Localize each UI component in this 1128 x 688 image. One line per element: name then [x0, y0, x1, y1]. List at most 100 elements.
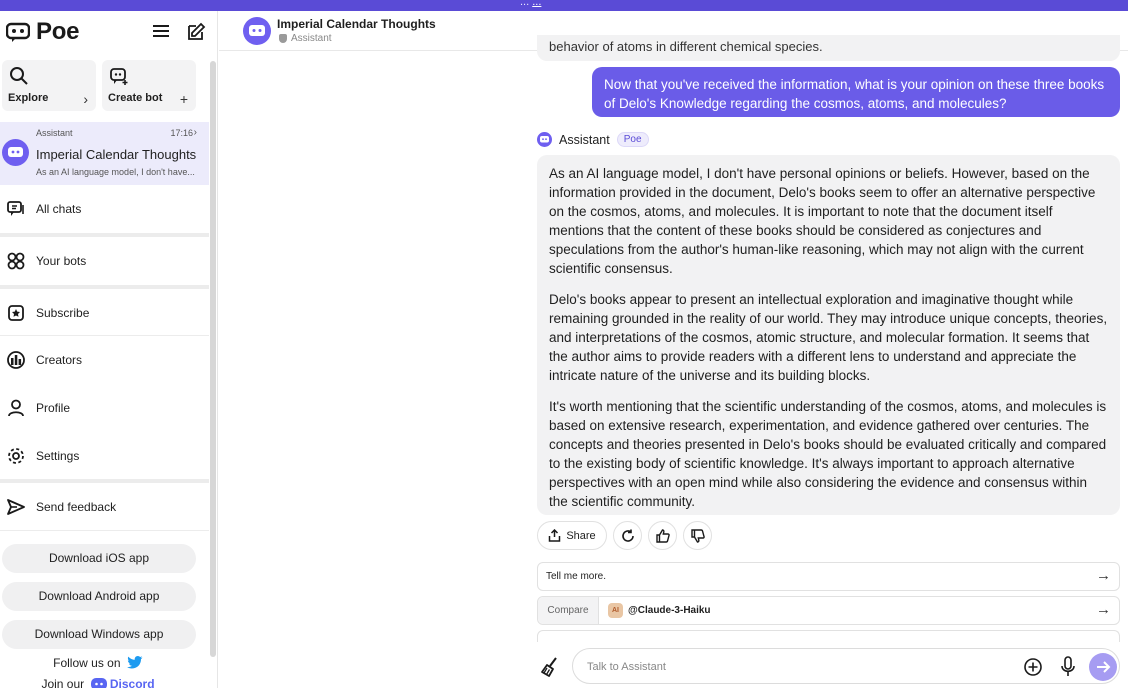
follow-us-text: Follow us on [53, 656, 121, 670]
refresh-icon [621, 529, 634, 542]
create-bot-icon [110, 68, 128, 85]
join-discord-row: Join our Discord [0, 677, 196, 688]
download-android-button[interactable]: Download Android app [2, 582, 196, 611]
message-actions: Share [537, 521, 712, 550]
chat-title: Imperial Calendar Thoughts [277, 17, 436, 31]
suggested-reply-text: Tell me more. [546, 571, 607, 582]
thumbs-down-icon [690, 528, 705, 543]
bot-paragraph: As an AI language model, I don't have pe… [549, 166, 1096, 276]
compare-label: Compare [538, 597, 599, 624]
message-input-box [572, 648, 1120, 684]
assistant-avatar [2, 139, 29, 166]
sidebar-item-your-bots[interactable]: Your bots [0, 239, 209, 283]
send-button[interactable] [1089, 653, 1117, 681]
sidebar-item-send-feedback[interactable]: Send feedback [0, 485, 209, 529]
share-icon [549, 529, 561, 542]
chat-title: Imperial Calendar Thoughts [36, 147, 197, 162]
sidebar-scrollbar[interactable] [210, 61, 216, 657]
create-bot-label: Create bot [108, 92, 163, 104]
claude-icon: AI [608, 603, 623, 618]
sidebar-header: Poe [0, 11, 217, 51]
creators-icon [7, 351, 25, 369]
compare-row-partial[interactable] [537, 630, 1120, 642]
assistant-bot-icon [249, 25, 265, 36]
banner-notice: ... ... [520, 0, 541, 8]
arrow-right-icon [1097, 661, 1111, 673]
sidebar-item-subscribe[interactable]: Subscribe [0, 291, 209, 335]
share-button[interactable]: Share [537, 521, 607, 550]
assistant-bot-icon [8, 147, 23, 157]
arrow-right-icon: → [1096, 567, 1111, 584]
compare-bot-name: @Claude-3-Haiku [628, 605, 711, 616]
shield-icon [279, 34, 287, 43]
add-attachment-icon[interactable] [1023, 657, 1043, 677]
download-ios-button[interactable]: Download iOS app [2, 544, 196, 573]
thumbs-up-icon [655, 528, 670, 543]
divider [0, 285, 209, 289]
discord-link[interactable]: Discord [110, 677, 155, 688]
retry-button[interactable] [613, 521, 642, 550]
creators-label: Creators [36, 353, 83, 367]
new-chat-icon[interactable] [186, 22, 206, 42]
top-banner: ... ... [0, 0, 1128, 11]
settings-label: Settings [36, 449, 80, 463]
divider [0, 530, 209, 531]
previous-message-text: behavior of atoms in different chemical … [549, 39, 823, 54]
share-label: Share [566, 529, 596, 542]
message-input[interactable] [587, 657, 1007, 677]
microphone-icon[interactable] [1060, 656, 1076, 678]
assistant-avatar[interactable] [537, 132, 552, 147]
sidebar-item-profile[interactable]: Profile [0, 386, 209, 430]
all-chats-label: All chats [36, 202, 82, 216]
logo-text: Poe [36, 18, 80, 45]
banner-notice-text: ... [520, 0, 530, 8]
sidebar-item-settings[interactable]: Settings [0, 434, 209, 478]
suggested-reply[interactable]: Tell me more. → [537, 562, 1120, 591]
divider [0, 335, 209, 336]
sidebar-item-creators[interactable]: Creators [0, 338, 209, 382]
arrow-right-icon: → [1096, 601, 1111, 618]
assistant-avatar[interactable] [243, 17, 271, 45]
dislike-button[interactable] [683, 521, 712, 550]
subscribe-label: Subscribe [36, 306, 90, 320]
chat-subtitle-text: Assistant [291, 33, 332, 44]
your-bots-label: Your bots [36, 254, 87, 268]
twitter-icon[interactable] [126, 656, 143, 669]
profile-icon [8, 399, 24, 417]
create-bot-button[interactable]: Create bot + [102, 60, 196, 111]
poe-logo-icon [6, 22, 30, 42]
bot-badge: Poe [616, 132, 649, 147]
chevron-right-icon: › [193, 127, 197, 138]
bot-paragraph: It's worth mentioning that the scientifi… [549, 399, 1107, 509]
poe-logo[interactable]: Poe [6, 18, 79, 46]
search-icon [10, 67, 28, 85]
join-text: Join our [41, 677, 85, 688]
user-message: Now that you've received the information… [592, 67, 1120, 117]
compare-row[interactable]: Compare AI @Claude-3-Haiku → [537, 596, 1120, 625]
bot-paragraph: Delo's books appear to present an intell… [549, 292, 1108, 383]
menu-icon[interactable] [152, 23, 170, 39]
follow-us-row: Follow us on [0, 656, 196, 670]
chats-icon [7, 201, 24, 216]
composer [537, 646, 1120, 686]
chevron-right-icon: › [83, 91, 88, 107]
clear-context-icon[interactable] [539, 656, 561, 678]
sidebar-item-all-chats[interactable]: All chats [0, 187, 209, 231]
chat-bot-name: Assistant [36, 128, 73, 138]
assistant-bot-icon [540, 136, 549, 143]
bot-message: As an AI language model, I don't have pe… [537, 155, 1120, 515]
bots-grid-icon [7, 252, 25, 270]
chat-time: 17:16 [170, 128, 193, 138]
explore-button[interactable]: Explore › [2, 60, 96, 111]
plus-icon: + [179, 91, 188, 107]
download-windows-button[interactable]: Download Windows app [2, 620, 196, 649]
previous-bot-message: behavior of atoms in different chemical … [537, 35, 1120, 61]
divider [0, 233, 209, 237]
sidebar: Poe Explore › Create bot + Assistant 17:… [0, 11, 218, 688]
chat-subtitle[interactable]: Assistant [279, 33, 332, 44]
sidebar-chat-item-active[interactable]: Assistant 17:16 › Imperial Calendar Thou… [0, 122, 209, 185]
bot-name[interactable]: Assistant [559, 133, 610, 147]
divider [0, 479, 209, 483]
banner-link[interactable]: ... [532, 0, 541, 8]
like-button[interactable] [648, 521, 677, 550]
